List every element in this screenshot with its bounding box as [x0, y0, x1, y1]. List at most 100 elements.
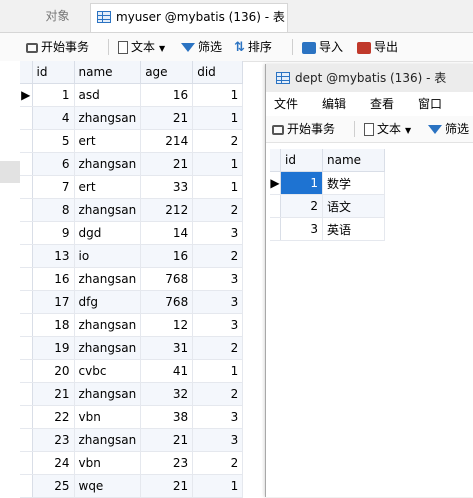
import-button[interactable]: 导入	[302, 37, 343, 57]
table-cell-name[interactable]: zhangsan	[74, 198, 142, 222]
table-cell-age[interactable]: 14	[140, 221, 194, 245]
menu-file[interactable]: 文件	[274, 92, 298, 116]
menu-edit[interactable]: 编辑	[322, 92, 346, 116]
table-cell-did[interactable]: 3	[192, 428, 244, 452]
table-cell-name[interactable]: dgd	[74, 221, 142, 245]
column-header-id[interactable]: id	[280, 149, 323, 172]
table-cell-id[interactable]: 2	[280, 194, 323, 218]
table-row[interactable]: 7 ert 33 1	[20, 175, 244, 199]
table-row[interactable]: 5 ert 214 2	[20, 129, 244, 153]
table-cell-name[interactable]: vbn	[74, 451, 142, 475]
table-cell-name[interactable]: zhangsan	[74, 313, 142, 337]
table-cell-id[interactable]: 5	[32, 129, 75, 153]
table-cell-name[interactable]: 语文	[322, 194, 385, 218]
table-cell-name[interactable]: vbn	[74, 405, 142, 429]
table-cell-did[interactable]: 2	[192, 198, 244, 222]
table-cell-age[interactable]: 33	[140, 175, 194, 199]
tab-objects[interactable]: 对象	[20, 0, 95, 32]
table-cell-age[interactable]: 16	[140, 244, 194, 268]
table-row[interactable]: 6 zhangsan 21 1	[20, 152, 244, 176]
table-cell-did[interactable]: 2	[192, 382, 244, 406]
table-cell-id[interactable]: 16	[32, 267, 75, 291]
table-cell-id[interactable]: 22	[32, 405, 75, 429]
dept-begin-transaction-button[interactable]: 开始事务	[272, 119, 335, 139]
table-cell-id[interactable]: 3	[280, 217, 323, 241]
table-cell-id[interactable]: 4	[32, 106, 75, 130]
table-row[interactable]: ▶ 1 asd 16 1	[20, 83, 244, 107]
table-cell-name[interactable]: asd	[74, 83, 142, 107]
table-row[interactable]: 25 wqe 21 1	[20, 474, 244, 498]
table-cell-age[interactable]: 23	[140, 451, 194, 475]
column-header-age[interactable]: age	[140, 61, 194, 84]
column-header-did[interactable]: did	[192, 61, 244, 84]
table-cell-age[interactable]: 32	[140, 382, 194, 406]
table-cell-did[interactable]: 1	[192, 106, 244, 130]
table-cell-id[interactable]: 6	[32, 152, 75, 176]
column-header-name[interactable]: name	[74, 61, 142, 84]
table-cell-did[interactable]: 1	[192, 474, 244, 498]
table-cell-name[interactable]: ert	[74, 129, 142, 153]
table-cell-name[interactable]: zhangsan	[74, 152, 142, 176]
filter-button[interactable]: 筛选	[181, 37, 222, 57]
table-cell-id[interactable]: 19	[32, 336, 75, 360]
table-row[interactable]: 13 io 16 2	[20, 244, 244, 268]
table-row[interactable]: 22 vbn 38 3	[20, 405, 244, 429]
table-cell-id[interactable]: 20	[32, 359, 75, 383]
table-row[interactable]: ▶ 1 数学	[270, 171, 385, 195]
table-cell-age[interactable]: 21	[140, 474, 194, 498]
table-cell-age[interactable]: 214	[140, 129, 194, 153]
table-cell-did[interactable]: 2	[192, 129, 244, 153]
table-cell-age[interactable]: 768	[140, 290, 194, 314]
table-cell-id[interactable]: 18	[32, 313, 75, 337]
table-cell-id[interactable]: 25	[32, 474, 75, 498]
menu-view[interactable]: 查看	[370, 92, 394, 116]
table-cell-did[interactable]: 2	[192, 336, 244, 360]
table-cell-did[interactable]: 2	[192, 451, 244, 475]
table-cell-age[interactable]: 31	[140, 336, 194, 360]
table-cell-did[interactable]: 3	[192, 290, 244, 314]
table-cell-did[interactable]: 3	[192, 405, 244, 429]
table-cell-id[interactable]: 9	[32, 221, 75, 245]
table-cell-id[interactable]: 7	[32, 175, 75, 199]
dept-text-button[interactable]: 文本 ▼	[364, 119, 411, 139]
dept-filter-button[interactable]: 筛选	[428, 119, 469, 139]
table-cell-name[interactable]: zhangsan	[74, 336, 142, 360]
table-cell-did[interactable]: 3	[192, 221, 244, 245]
table-cell-did[interactable]: 1	[192, 83, 244, 107]
table-cell-name[interactable]: zhangsan	[74, 267, 142, 291]
table-cell-age[interactable]: 768	[140, 267, 194, 291]
table-cell-name[interactable]: ert	[74, 175, 142, 199]
table-row[interactable]: 16 zhangsan 768 3	[20, 267, 244, 291]
menu-window[interactable]: 窗口	[418, 92, 442, 116]
table-row[interactable]: 2 语文	[270, 194, 385, 218]
table-cell-id[interactable]: 24	[32, 451, 75, 475]
table-cell-name[interactable]: dfg	[74, 290, 142, 314]
tab-myuser[interactable]: myuser @mybatis (136) - 表	[90, 3, 288, 32]
table-cell-age[interactable]: 38	[140, 405, 194, 429]
table-row[interactable]: 20 cvbc 41 1	[20, 359, 244, 383]
table-cell-id[interactable]: 1	[32, 83, 75, 107]
table-cell-name[interactable]: zhangsan	[74, 106, 142, 130]
table-cell-age[interactable]: 16	[140, 83, 194, 107]
table-cell-did[interactable]: 1	[192, 152, 244, 176]
table-row[interactable]: 21 zhangsan 32 2	[20, 382, 244, 406]
table-cell-id[interactable]: 13	[32, 244, 75, 268]
table-row[interactable]: 18 zhangsan 12 3	[20, 313, 244, 337]
dept-title-bar[interactable]: dept @mybatis (136) - 表	[266, 64, 473, 92]
table-cell-name[interactable]: 英语	[322, 217, 385, 241]
table-row[interactable]: 19 zhangsan 31 2	[20, 336, 244, 360]
table-cell-did[interactable]: 2	[192, 244, 244, 268]
table-cell-name[interactable]: cvbc	[74, 359, 142, 383]
table-cell-age[interactable]: 21	[140, 428, 194, 452]
table-row[interactable]: 17 dfg 768 3	[20, 290, 244, 314]
table-row[interactable]: 8 zhangsan 212 2	[20, 198, 244, 222]
table-cell-name[interactable]: io	[74, 244, 142, 268]
table-cell-name[interactable]: zhangsan	[74, 382, 142, 406]
table-cell-age[interactable]: 21	[140, 152, 194, 176]
table-cell-id[interactable]: 1	[280, 171, 323, 195]
table-row[interactable]: 24 vbn 23 2	[20, 451, 244, 475]
sort-button[interactable]: ⇅ 排序	[234, 37, 272, 57]
table-row[interactable]: 4 zhangsan 21 1	[20, 106, 244, 130]
table-cell-age[interactable]: 212	[140, 198, 194, 222]
table-cell-id[interactable]: 21	[32, 382, 75, 406]
